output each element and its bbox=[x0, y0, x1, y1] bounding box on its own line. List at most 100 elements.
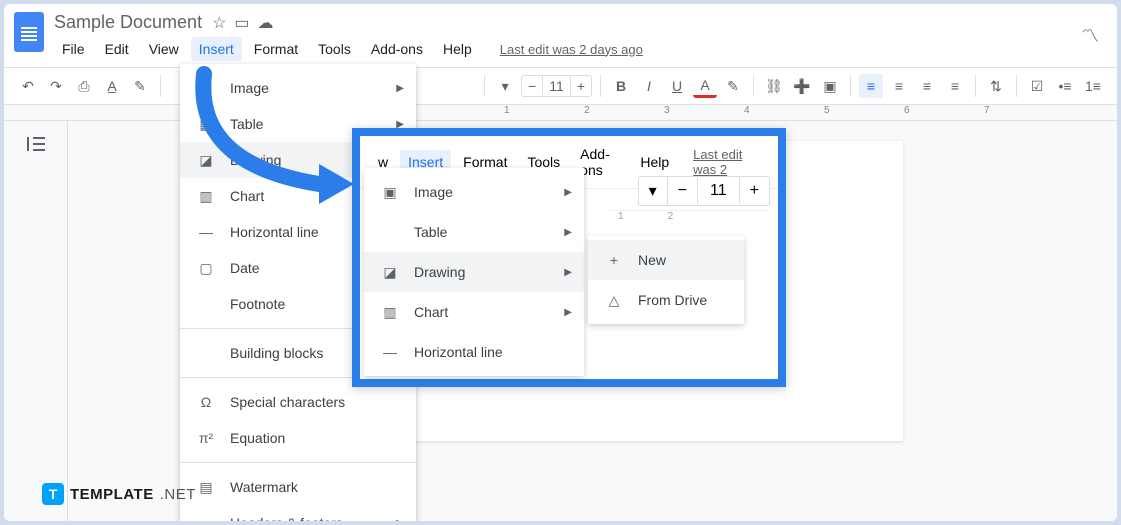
template-logo-icon: T bbox=[42, 483, 64, 505]
checklist-button[interactable]: ☑ bbox=[1025, 74, 1049, 98]
ruler-mark: 3 bbox=[664, 105, 670, 116]
omega-icon: Ω bbox=[196, 392, 216, 412]
line-spacing-button[interactable]: ⇅ bbox=[984, 74, 1008, 98]
menu-view[interactable]: View bbox=[141, 37, 187, 61]
menu-item-label: Building blocks bbox=[230, 345, 323, 361]
chevron-right-icon: ▶ bbox=[564, 267, 572, 278]
menu-tools[interactable]: Tools bbox=[310, 37, 359, 61]
comment-button[interactable]: ➕ bbox=[790, 74, 814, 98]
table-icon bbox=[380, 222, 400, 242]
paint-format-button[interactable]: ✎ bbox=[128, 74, 152, 98]
menu-item-label: Date bbox=[230, 260, 260, 276]
menubar: File Edit View Insert Format Tools Add-o… bbox=[54, 37, 1107, 61]
chart-icon: ▥ bbox=[196, 186, 216, 206]
callout-panel: w Insert Format Tools Add-ons Help Last … bbox=[352, 128, 786, 387]
ruler-mark: 2 bbox=[584, 105, 590, 116]
cloud-icon[interactable]: ☁ bbox=[258, 13, 274, 33]
menu-edit[interactable]: Edit bbox=[97, 37, 137, 61]
callout-menu-item-table[interactable]: Table ▶ bbox=[364, 212, 584, 252]
chevron-right-icon: ▶ bbox=[564, 227, 572, 238]
last-edit-link[interactable]: Last edit was 2 days ago bbox=[492, 38, 651, 61]
callout-menu-item-hline[interactable]: — Horizontal line bbox=[364, 332, 584, 372]
submenu-item-new[interactable]: + New bbox=[588, 240, 744, 280]
separator bbox=[160, 75, 161, 97]
menu-item-headers[interactable]: Headers & footers ▶ bbox=[180, 505, 416, 521]
image-button[interactable]: ▣ bbox=[818, 74, 842, 98]
link-button[interactable]: ⛓ bbox=[762, 74, 786, 98]
menu-item-image[interactable]: ▣ Image ▶ bbox=[180, 70, 416, 106]
ruler-mark: 2 bbox=[668, 211, 674, 224]
numbered-list-button[interactable]: 1≡ bbox=[1081, 74, 1105, 98]
fontsize-value[interactable]: 11 bbox=[542, 76, 571, 96]
align-justify-button[interactable]: ≡ bbox=[943, 74, 967, 98]
chevron-down-icon[interactable]: ▾ bbox=[639, 177, 668, 205]
menu-item-label: New bbox=[638, 252, 666, 268]
submenu-item-from-drive[interactable]: △ From Drive bbox=[588, 280, 744, 320]
menu-item-watermark[interactable]: ▤ Watermark bbox=[180, 469, 416, 505]
align-right-button[interactable]: ≡ bbox=[915, 74, 939, 98]
toolbar: ↶ ↷ ⎙ A̲ ✎ ▾ − 11 + B I U A ✎ ⛓ ➕ ▣ ≡ ≡ … bbox=[4, 67, 1117, 105]
chevron-right-icon: ▶ bbox=[564, 307, 572, 318]
move-icon[interactable]: ▭ bbox=[234, 13, 249, 33]
ruler-mark: 4 bbox=[744, 105, 750, 116]
chevron-right-icon: ▶ bbox=[396, 518, 404, 522]
outline-panel[interactable] bbox=[4, 121, 68, 521]
menu-item-label: Special characters bbox=[230, 394, 345, 410]
undo-button[interactable]: ↶ bbox=[16, 74, 40, 98]
menu-file[interactable]: File bbox=[54, 37, 93, 61]
minus-icon[interactable]: − bbox=[668, 178, 698, 204]
redo-button[interactable]: ↷ bbox=[44, 74, 68, 98]
plus-icon[interactable]: + bbox=[740, 178, 769, 204]
drawing-submenu: + New △ From Drive bbox=[588, 236, 744, 324]
hline-icon: — bbox=[380, 342, 400, 362]
minus-icon[interactable]: − bbox=[522, 76, 542, 96]
calendar-icon: ▢ bbox=[196, 258, 216, 278]
star-icon[interactable]: ☆ bbox=[212, 13, 226, 33]
menu-item-special[interactable]: Ω Special characters bbox=[180, 384, 416, 420]
spellcheck-button[interactable]: A̲ bbox=[100, 74, 124, 98]
callout-fontsize-control[interactable]: ▾ − 11 + bbox=[638, 176, 770, 206]
font-dropdown[interactable]: ▾ bbox=[493, 74, 517, 98]
align-left-button[interactable]: ≡ bbox=[859, 74, 883, 98]
menu-help[interactable]: Help bbox=[435, 37, 480, 61]
plus-icon[interactable]: + bbox=[571, 76, 591, 96]
image-icon: ▣ bbox=[380, 182, 400, 202]
italic-button[interactable]: I bbox=[637, 74, 661, 98]
footnote-icon bbox=[196, 294, 216, 314]
plus-icon: + bbox=[604, 250, 624, 270]
docs-logo-icon[interactable] bbox=[14, 12, 44, 52]
underline-button[interactable]: U bbox=[665, 74, 689, 98]
bulleted-list-button[interactable]: •≡ bbox=[1053, 74, 1077, 98]
document-title[interactable]: Sample Document bbox=[54, 12, 202, 33]
menu-item-label: Footnote bbox=[230, 296, 285, 312]
drive-icon: △ bbox=[604, 290, 624, 310]
menu-insert[interactable]: Insert bbox=[191, 37, 242, 61]
menu-item-label: Drawing bbox=[230, 152, 281, 168]
fontsize-value[interactable]: 11 bbox=[698, 178, 740, 204]
fontsize-stepper[interactable]: − 11 + bbox=[521, 75, 592, 97]
table-icon: ▦ bbox=[196, 114, 216, 134]
chevron-right-icon: ▶ bbox=[396, 83, 404, 94]
callout-menu-item-chart[interactable]: ▥ Chart ▶ bbox=[364, 292, 584, 332]
menu-item-equation[interactable]: π² Equation bbox=[180, 420, 416, 456]
separator bbox=[600, 75, 601, 97]
callout-ruler: 1 2 bbox=[610, 210, 770, 224]
text-color-button[interactable]: A bbox=[693, 74, 717, 98]
menu-item-label: Image bbox=[230, 80, 269, 96]
menu-item-label: From Drive bbox=[638, 292, 707, 308]
highlight-button[interactable]: ✎ bbox=[721, 74, 745, 98]
align-center-button[interactable]: ≡ bbox=[887, 74, 911, 98]
menu-format[interactable]: Format bbox=[246, 37, 306, 61]
menu-addons[interactable]: Add-ons bbox=[363, 37, 431, 61]
callout-menu-help[interactable]: Help bbox=[632, 150, 677, 174]
menu-item-label: Horizontal line bbox=[414, 344, 503, 360]
ruler-mark: 5 bbox=[824, 105, 830, 116]
bold-button[interactable]: B bbox=[609, 74, 633, 98]
hline-icon: — bbox=[196, 222, 216, 242]
print-button[interactable]: ⎙ bbox=[72, 74, 96, 98]
callout-menu-item-drawing[interactable]: ◪ Drawing ▶ bbox=[364, 252, 584, 292]
callout-menu-item-image[interactable]: ▣ Image ▶ bbox=[364, 172, 584, 212]
chart-icon: ▥ bbox=[380, 302, 400, 322]
template-badge: T TEMPLATE.NET bbox=[42, 483, 196, 505]
activity-icon[interactable]: 〽 bbox=[1081, 22, 1099, 48]
